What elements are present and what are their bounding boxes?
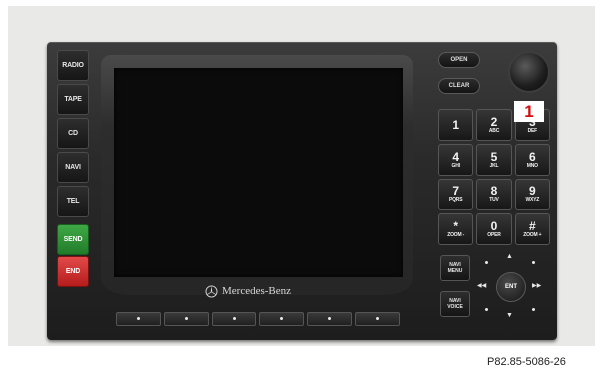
navi-menu-line2: MENU	[447, 268, 463, 274]
key-6[interactable]: 6 MNO	[514, 143, 550, 176]
brand-logo: Mercedes-Benz	[205, 283, 335, 299]
soft-key-5[interactable]	[307, 312, 353, 326]
key-number: 4	[452, 149, 459, 164]
navi-menu-button[interactable]: NAVI MENU	[440, 255, 470, 281]
key-number: 1	[452, 117, 459, 132]
key-letters: TUV	[489, 197, 499, 204]
diagonal-dot-icon	[485, 261, 488, 264]
volume-knob[interactable]	[508, 51, 550, 93]
brand-name: Mercedes-Benz	[222, 285, 292, 297]
soft-key-4[interactable]	[259, 312, 305, 326]
navi-voice-line2: VOICE	[447, 304, 463, 310]
mercedes-star-icon	[205, 285, 218, 297]
numeric-keypad: 1 2ABC 3DEF 4GHI 5JKL 6MNO 7PQRS 8TUV 9W…	[438, 109, 550, 245]
key-letters: ABC	[488, 127, 500, 134]
end-button[interactable]: END	[57, 256, 89, 287]
key-letters: JKL	[489, 162, 499, 169]
clear-button[interactable]: CLEAR	[438, 78, 480, 94]
soft-key-row	[116, 312, 400, 326]
key-7[interactable]: 7 PQRS	[438, 178, 474, 211]
key-number: 0	[490, 219, 498, 234]
diagonal-dot-icon	[532, 308, 535, 311]
key-0-operator[interactable]: 0 OPER	[476, 213, 512, 245]
open-button[interactable]: OPEN	[438, 52, 480, 68]
key-number: 7	[452, 184, 459, 199]
key-letters: OPER	[487, 232, 501, 239]
key-letters: GHI	[451, 162, 461, 169]
key-letters: PQRS	[448, 197, 463, 204]
soft-key-2[interactable]	[163, 312, 209, 326]
key-letters: MNO	[526, 162, 538, 169]
figure-caption: P82.85-5086-26	[487, 356, 566, 368]
key-1[interactable]: 1	[438, 109, 474, 141]
tel-button[interactable]: TEL	[57, 186, 89, 217]
cd-button[interactable]: CD	[57, 118, 89, 149]
soft-key-3[interactable]	[211, 312, 257, 326]
key-star-zoom-out[interactable]: * ZOOM -	[438, 213, 474, 245]
send-button[interactable]: SEND	[57, 224, 89, 255]
key-number: *	[453, 219, 458, 234]
source-button-column: RADIO TAPE CD NAVI TEL SEND END	[57, 50, 90, 290]
key-8[interactable]: 8 TUV	[476, 178, 512, 211]
key-4[interactable]: 4 GHI	[438, 143, 474, 176]
navi-button[interactable]: NAVI	[57, 152, 89, 183]
radio-button[interactable]: RADIO	[57, 50, 89, 81]
key-number: 5	[490, 149, 498, 164]
diagonal-dot-icon	[532, 261, 535, 264]
key-letters: DEF	[527, 127, 538, 134]
key-letters: WXYZ	[525, 197, 540, 204]
key-letters: ZOOM -	[447, 232, 465, 239]
key-number: 6	[528, 149, 536, 164]
key-number: #	[528, 219, 536, 234]
key-letters: ZOOM +	[523, 232, 542, 239]
key-number: 8	[490, 184, 498, 199]
up-arrow-icon[interactable]: ▲	[506, 253, 513, 260]
key-9[interactable]: 9 WXYZ	[514, 178, 550, 211]
next-icon[interactable]: ▶▶	[532, 283, 541, 290]
navi-voice-button[interactable]: NAVI VOICE	[440, 291, 470, 317]
key-5[interactable]: 5 JKL	[476, 143, 512, 176]
display-screen	[114, 68, 403, 277]
key-2[interactable]: 2 ABC	[476, 109, 512, 141]
diagonal-dot-icon	[485, 308, 488, 311]
down-arrow-icon[interactable]: ▼	[506, 312, 513, 319]
joystick-control[interactable]: ▲ ▼ ◀◀ ▶▶ ENT	[477, 253, 543, 319]
enter-button[interactable]: ENT	[496, 272, 526, 302]
key-number: 2	[490, 114, 498, 129]
callout-marker: 1	[514, 101, 544, 122]
key-number: 9	[528, 184, 536, 199]
tape-button[interactable]: TAPE	[57, 84, 89, 115]
soft-key-6[interactable]	[355, 312, 400, 326]
soft-key-1[interactable]	[116, 312, 161, 326]
key-hash-zoom-in[interactable]: # ZOOM +	[514, 213, 550, 245]
previous-icon[interactable]: ◀◀	[477, 283, 486, 290]
